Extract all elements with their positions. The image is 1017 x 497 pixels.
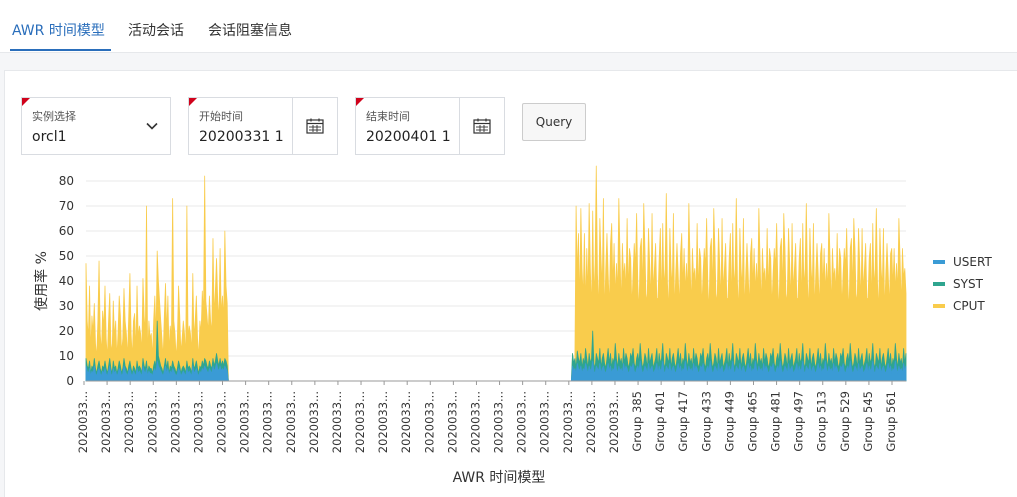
y-tick-label: 30 [59, 299, 74, 313]
legend-swatch-syst [933, 282, 945, 286]
series-area-cput [85, 165, 907, 382]
x-tick-label: 2020033... [168, 391, 182, 453]
x-tick-label: Group 529 [838, 391, 852, 452]
x-tick-label: 2020033... [468, 391, 482, 453]
x-tick-label: Group 481 [769, 391, 783, 452]
x-tick-label: 2020033... [353, 391, 367, 453]
x-tick-label: 2020033... [215, 391, 229, 453]
x-tick-label: 2020033... [538, 391, 552, 453]
x-tick-label: 2020033... [422, 391, 436, 453]
x-tick-label: 2020033... [399, 391, 413, 453]
x-tick-label: 2020033... [445, 391, 459, 453]
x-tick-label: 2020033... [238, 391, 252, 453]
x-tick-label: 2020033... [99, 391, 113, 453]
legend-label-usert: USERT [953, 255, 992, 269]
x-tick-label: 2020033... [145, 391, 159, 453]
x-tick-label: Group 385 [630, 391, 644, 452]
y-tick-label: 20 [59, 324, 74, 338]
x-tick-label: 2020033... [376, 391, 390, 453]
x-tick-label: 2020033... [515, 391, 529, 453]
y-tick-label: 70 [59, 199, 74, 213]
x-tick-label: 2020033... [607, 391, 621, 453]
x-tick-label: Group 401 [653, 391, 667, 452]
legend-label-cput: CPUT [953, 299, 985, 313]
x-tick-label: Group 513 [815, 391, 829, 452]
y-tick-label: 10 [59, 349, 74, 363]
y-tick-label: 50 [59, 249, 74, 263]
x-tick-label: 2020033... [76, 391, 90, 453]
y-tick-label: 0 [66, 374, 74, 388]
y-tick-label: 40 [59, 274, 74, 288]
x-tick-label: 2020033... [584, 391, 598, 453]
x-tick-label: 2020033... [284, 391, 298, 453]
x-tick-label: Group 465 [745, 391, 759, 452]
x-tick-label: 2020033... [261, 391, 275, 453]
legend-label-syst: SYST [953, 277, 984, 291]
x-tick-label: 2020033... [561, 391, 575, 453]
y-axis-title: 使用率 % [33, 251, 50, 311]
x-tick-label: 2020033... [307, 391, 321, 453]
y-tick-label: 80 [59, 174, 74, 188]
x-tick-label: Group 497 [792, 391, 806, 452]
x-axis-title: AWR 时间模型 [453, 470, 546, 486]
y-tick-label: 60 [59, 224, 74, 238]
x-tick-label: Group 449 [722, 391, 736, 452]
x-tick-label: 2020033... [492, 391, 506, 453]
legend-swatch-cput [933, 304, 945, 308]
x-tick-label: 2020033... [330, 391, 344, 453]
x-tick-label: 2020033... [122, 391, 136, 453]
x-tick-label: 2020033... [191, 391, 205, 453]
x-tick-label: Group 561 [884, 391, 898, 452]
legend-swatch-usert [933, 260, 945, 264]
x-tick-label: Group 417 [676, 391, 690, 452]
awr-time-model-chart: 0 10 20 30 40 50 60 70 80 2020033... 2020033... 202… [33, 165, 992, 486]
x-tick-label: Group 545 [861, 391, 875, 452]
x-tick-label: Group 433 [699, 391, 713, 452]
